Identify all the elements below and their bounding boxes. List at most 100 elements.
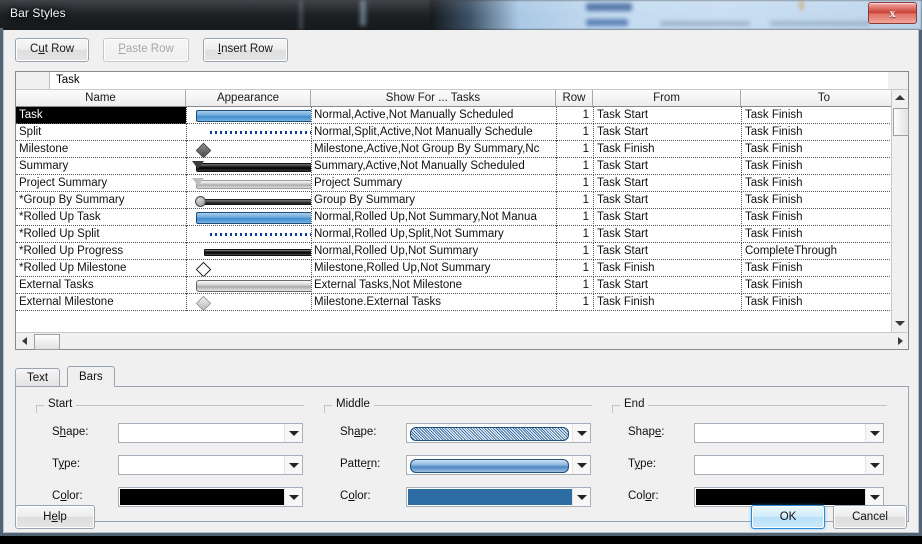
grid-header-name[interactable]: Name — [16, 90, 186, 106]
cell-appearance[interactable] — [186, 141, 311, 158]
cell-show-for[interactable]: Project Summary — [311, 175, 556, 192]
grid-header-row[interactable]: Row — [556, 90, 593, 106]
cell-appearance[interactable] — [186, 107, 311, 124]
cell-to[interactable]: Task Finish — [741, 226, 908, 243]
cut-row-button[interactable]: Cut Row — [15, 38, 90, 62]
cell-to[interactable]: Task Finish — [741, 260, 908, 277]
cell-to[interactable]: CompleteThrough — [741, 243, 908, 260]
chevron-down-icon[interactable] — [865, 456, 883, 474]
cell-from[interactable]: Task Start — [593, 158, 741, 175]
cell-appearance[interactable] — [186, 175, 311, 192]
cell-from[interactable]: Task Finish — [593, 141, 741, 158]
scroll-down-icon[interactable] — [892, 316, 908, 332]
cell-name[interactable]: *Rolled Up Split — [16, 226, 186, 243]
table-row[interactable]: *Group By Summary Group By Summary 1 Task S… — [16, 192, 908, 209]
combobox-ape[interactable] — [118, 423, 303, 443]
cell-name[interactable]: *Group By Summary — [16, 192, 186, 209]
cancel-button[interactable]: Cancel — [833, 505, 907, 529]
cell-appearance[interactable] — [186, 226, 311, 243]
cell-show-for[interactable]: Normal,Rolled Up,Not Summary,Not Manua — [311, 209, 556, 226]
cell-row[interactable]: 1 — [556, 107, 593, 124]
chevron-down-icon[interactable] — [865, 424, 883, 442]
cell-from[interactable]: Task Start — [593, 277, 741, 294]
cell-to[interactable]: Task Finish — [741, 124, 908, 141]
cell-appearance[interactable] — [186, 158, 311, 175]
cell-name[interactable]: Project Summary — [16, 175, 186, 192]
combobox-pe[interactable] — [118, 455, 303, 475]
combobox-lor[interactable] — [118, 487, 303, 507]
cell-from[interactable]: Task Start — [593, 243, 741, 260]
cell-show-for[interactable]: Milestone,Active,Not Group By Summary,Nc — [311, 141, 556, 158]
table-row[interactable]: External Tasks External Tasks,Not Milesto… — [16, 277, 908, 294]
table-row[interactable]: *Rolled Up Split Normal,Rolled Up,Split,N… — [16, 226, 908, 243]
cell-name[interactable]: Split — [16, 124, 186, 141]
cell-appearance[interactable] — [186, 209, 311, 226]
cell-appearance[interactable] — [186, 260, 311, 277]
cell-from[interactable]: Task Start — [593, 226, 741, 243]
cell-to[interactable]: Task Finish — [741, 141, 908, 158]
table-row[interactable]: Split Normal,Split,Active,Not Manually Sc… — [16, 124, 908, 141]
cell-name[interactable]: Task — [16, 107, 186, 124]
table-row[interactable]: Summary Summary,Active,Not Manually Sched… — [16, 158, 908, 175]
paste-row-button[interactable]: Paste Row — [103, 38, 189, 62]
cell-name[interactable]: Milestone — [16, 141, 186, 158]
cell-row[interactable]: 1 — [556, 209, 593, 226]
chevron-down-icon[interactable] — [865, 488, 883, 506]
scroll-right-icon[interactable] — [892, 333, 908, 349]
insert-row-button[interactable]: Insert Row — [202, 38, 288, 62]
cell-show-for[interactable]: Normal,Rolled Up,Not Summary — [311, 243, 556, 260]
cell-to[interactable]: Task Finish — [741, 158, 908, 175]
combobox-r[interactable] — [694, 487, 884, 507]
cell-show-for[interactable]: Milestone,Rolled Up,Not Summary — [311, 260, 556, 277]
cell-appearance[interactable] — [186, 192, 311, 209]
cell-from[interactable]: Task Start — [593, 124, 741, 141]
cell-show-for[interactable]: Normal,Rolled Up,Split,Not Summary — [311, 226, 556, 243]
cell-to[interactable]: Task Finish — [741, 192, 908, 209]
cell-appearance[interactable] — [186, 277, 311, 294]
cell-row[interactable]: 1 — [556, 243, 593, 260]
cell-name[interactable]: Summary — [16, 158, 186, 175]
cell-row[interactable]: 1 — [556, 277, 593, 294]
tab-bars[interactable]: Bars — [67, 366, 115, 387]
cell-name[interactable]: External Tasks — [16, 277, 186, 294]
combobox-pe[interactable] — [694, 455, 884, 475]
cell-from[interactable]: Task Finish — [593, 260, 741, 277]
cell-to[interactable]: Task Finish — [741, 209, 908, 226]
cell-appearance[interactable] — [186, 243, 311, 260]
table-row[interactable]: Project Summary Project Summary 1 Task Star… — [16, 175, 908, 192]
cell-show-for[interactable]: Summary,Active,Not Manually Scheduled — [311, 158, 556, 175]
cell-appearance[interactable] — [186, 124, 311, 141]
cell-from[interactable]: Task Start — [593, 209, 741, 226]
cell-row[interactable]: 1 — [556, 294, 593, 311]
table-row[interactable]: Milestone Milestone,Active,Not Group By S… — [16, 141, 908, 158]
ok-button[interactable]: OK — [751, 505, 825, 529]
table-row[interactable]: *Rolled Up Milestone Milestone,Rolled Up,… — [16, 260, 908, 277]
cell-name[interactable]: *Rolled Up Progress — [16, 243, 186, 260]
cell-to[interactable]: Task Finish — [741, 294, 908, 311]
cell-row[interactable]: 1 — [556, 175, 593, 192]
cell-row[interactable]: 1 — [556, 124, 593, 141]
cell-to[interactable]: Task Finish — [741, 175, 908, 192]
chevron-down-icon[interactable] — [284, 456, 302, 474]
combobox-pe[interactable] — [406, 423, 591, 443]
cell-show-for[interactable]: Group By Summary — [311, 192, 556, 209]
grid-header-to[interactable]: To — [741, 90, 908, 106]
cell-row[interactable]: 1 — [556, 226, 593, 243]
cell-show-for[interactable]: External Tasks,Not Milestone — [311, 277, 556, 294]
cell-from[interactable]: Task Start — [593, 175, 741, 192]
vertical-scrollbar[interactable] — [891, 90, 909, 332]
cell-appearance[interactable] — [186, 294, 311, 311]
grid-header-from[interactable]: From — [593, 90, 741, 106]
horizontal-scroll-thumb[interactable] — [34, 334, 60, 350]
table-row[interactable]: External Milestone Milestone.External Tas… — [16, 294, 908, 311]
cell-show-for[interactable]: Normal,Split,Active,Not Manually Schedul… — [311, 124, 556, 141]
cell-from[interactable]: Task Start — [593, 107, 741, 124]
edit-field[interactable]: Task — [50, 72, 888, 89]
combobox-n[interactable] — [406, 455, 591, 475]
combobox-[interactable] — [694, 423, 884, 443]
horizontal-scrollbar[interactable] — [16, 332, 908, 350]
grid-header-show-for-tasks[interactable]: Show For ... Tasks — [311, 90, 556, 106]
vertical-scroll-thumb[interactable] — [893, 108, 909, 136]
cell-row[interactable]: 1 — [556, 141, 593, 158]
chevron-down-icon[interactable] — [284, 424, 302, 442]
